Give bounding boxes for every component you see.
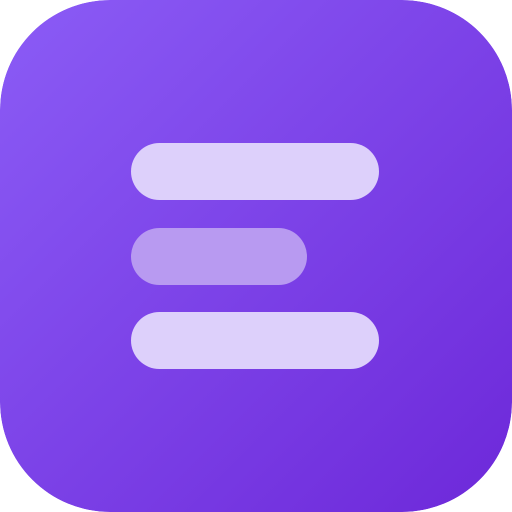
app-icon[interactable] — [0, 0, 512, 512]
bottom-bar — [131, 312, 379, 369]
canvas — [0, 0, 512, 512]
top-bar — [131, 143, 379, 200]
middle-bar — [131, 228, 307, 285]
